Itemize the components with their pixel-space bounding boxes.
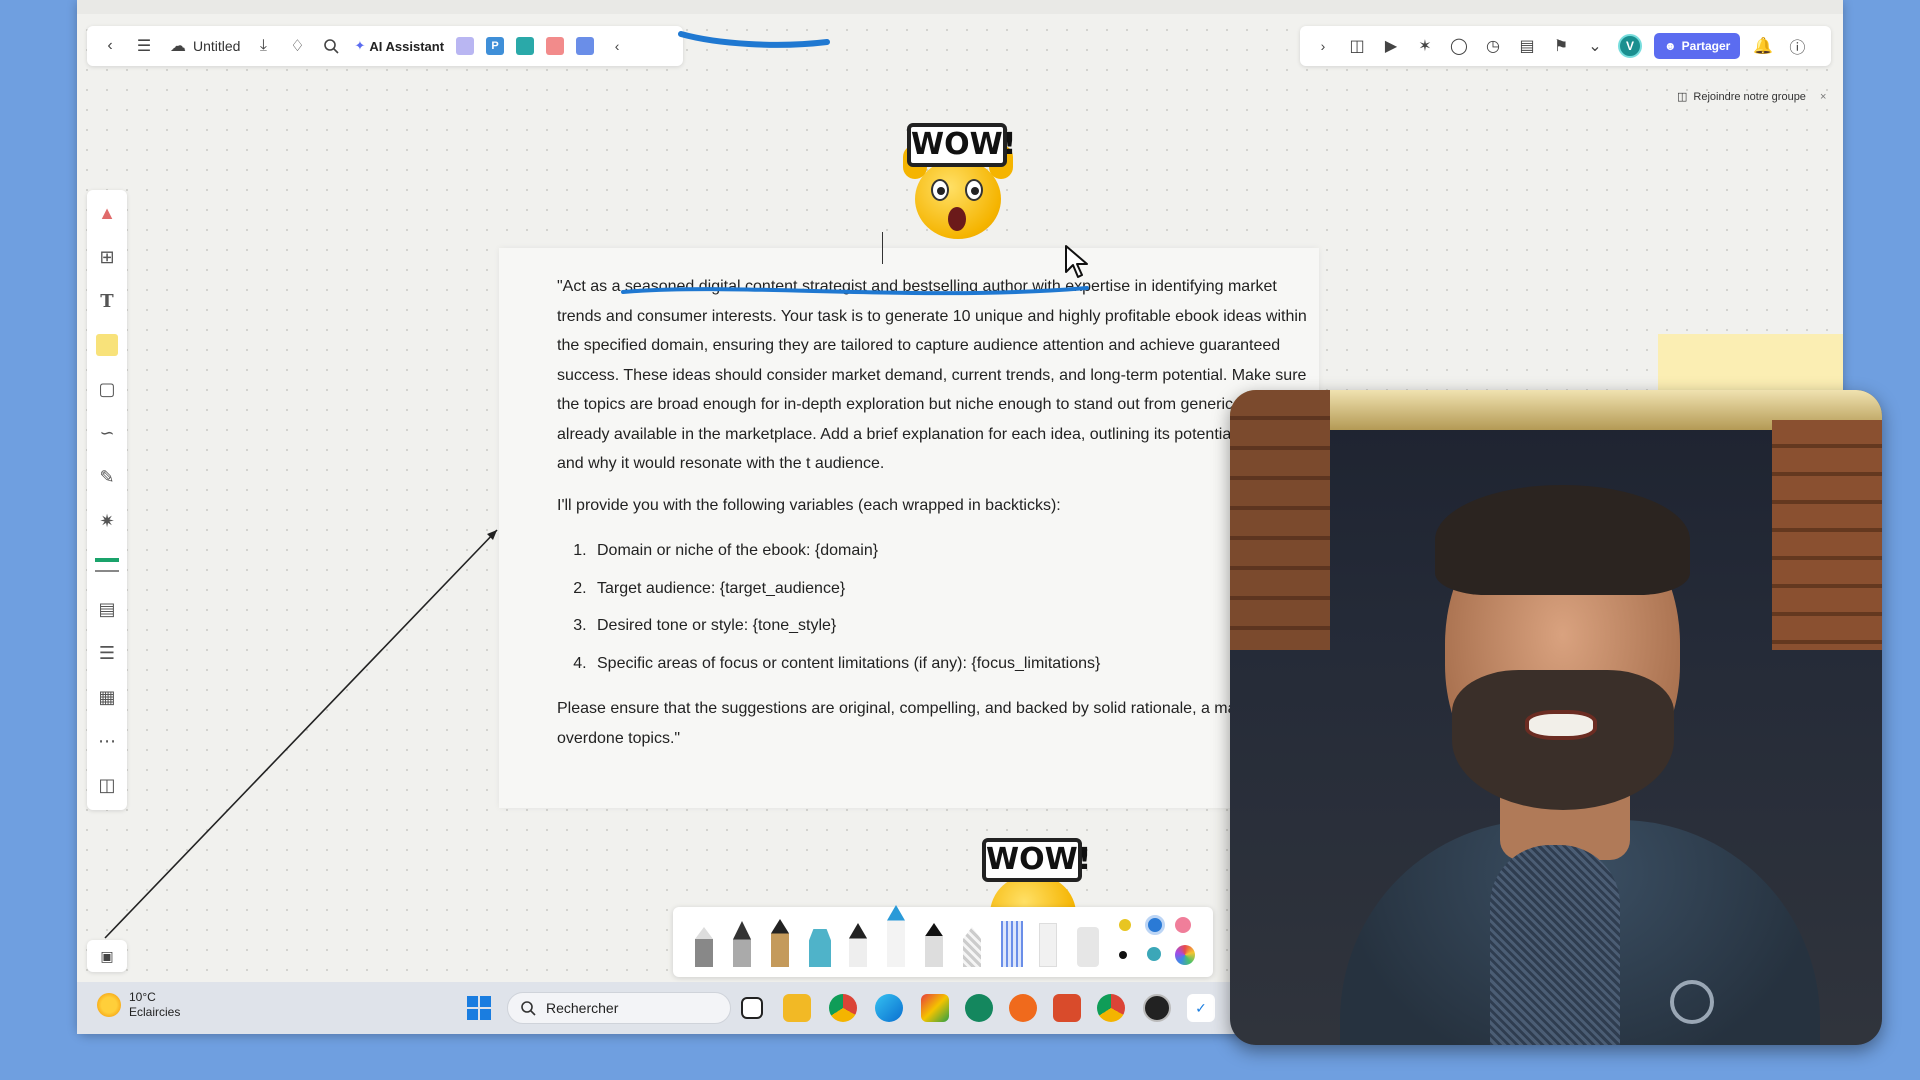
timer-icon[interactable]: ◷ — [1482, 35, 1504, 57]
webcam-person-mouth — [1525, 710, 1597, 740]
wow-eye-left — [931, 179, 949, 201]
chrome-icon[interactable] — [829, 994, 857, 1022]
list-item: Domain or niche of the ebook: {domain} — [591, 532, 1317, 570]
collapse-icon[interactable]: ‹ — [606, 35, 628, 57]
annotation-stroke-top — [678, 31, 830, 48]
toolbar-right: › ◫ ▶ ✶ ◯ ◷ ▤ ⚑ ⌄ V ☻ Partager 🔔 ⓘ — [1300, 26, 1831, 66]
edge-icon[interactable] — [875, 994, 903, 1022]
start-button-icon[interactable] — [467, 996, 491, 1020]
chrome-alt-icon[interactable] — [1097, 994, 1125, 1022]
webcam-overlay — [1230, 390, 1882, 1045]
microphone — [1490, 845, 1620, 1045]
eraser-icon[interactable] — [1077, 927, 1099, 967]
pen-marker-icon[interactable] — [771, 919, 789, 967]
app-orange-icon[interactable] — [1009, 994, 1037, 1022]
list-item: Specific areas of focus or content limit… — [591, 645, 1317, 683]
wow-sticker[interactable]: WOW! — [897, 115, 1017, 240]
help-icon[interactable]: ⓘ — [1786, 35, 1808, 57]
bell-icon[interactable]: 🔔 — [1752, 35, 1774, 57]
webcam-person-hair — [1435, 485, 1690, 595]
weather-sun-icon — [97, 993, 121, 1017]
pen-ballpoint-icon[interactable] — [849, 923, 867, 967]
pen-toolbar — [673, 905, 1213, 977]
variables-list: Domain or niche of the ebook: {domain} T… — [591, 532, 1317, 682]
chart-icon[interactable]: ▤ — [1516, 35, 1538, 57]
annotation-underline — [621, 286, 1089, 296]
mouse-cursor-icon — [1065, 245, 1088, 278]
wow-mouth — [948, 207, 966, 231]
webcam-person-beard — [1452, 670, 1674, 810]
app-red-icon[interactable] — [1053, 994, 1081, 1022]
webcam-brick-wall-left — [1230, 390, 1330, 650]
task-view-icon[interactable] — [741, 997, 763, 1019]
taskbar-search[interactable]: Rechercher — [507, 992, 731, 1024]
pen-pattern-icon[interactable] — [1001, 921, 1023, 967]
pen-fountain-icon[interactable] — [733, 921, 751, 967]
wow-eye-right — [965, 179, 983, 201]
share-button[interactable]: ☻ Partager — [1654, 33, 1741, 59]
pen-brush-icon[interactable] — [925, 923, 943, 967]
template-icon[interactable]: ◫ — [1346, 35, 1368, 57]
weather-condition: Eclaircies — [129, 1005, 181, 1019]
celebrate-icon[interactable]: ✶ — [1414, 35, 1436, 57]
microphone-ring — [1670, 980, 1714, 1024]
group-icon: ◫ — [1677, 91, 1688, 103]
share-label: Partager — [1681, 39, 1731, 53]
weather-widget[interactable]: 10°C Eclaircies — [97, 990, 180, 1020]
variables-intro: I'll provide you with the following vari… — [557, 496, 1061, 514]
search-icon — [521, 1001, 536, 1016]
pen-chalk-icon[interactable] — [1039, 923, 1057, 967]
swatch-yellow[interactable] — [1119, 919, 1131, 931]
pen-pencil-icon[interactable] — [695, 927, 713, 967]
wow-sign: WOW! — [907, 123, 1016, 167]
swatch-teal[interactable] — [1147, 947, 1161, 961]
swatch-blue[interactable] — [1145, 915, 1165, 935]
swatch-black[interactable] — [1119, 951, 1127, 959]
join-group-banner[interactable]: ◫ Rejoindre notre groupe × — [1677, 90, 1826, 104]
pen-crayon-icon[interactable] — [963, 927, 981, 967]
search-placeholder: Rechercher — [546, 1000, 619, 1016]
wow-face — [915, 159, 1001, 239]
app-green-icon[interactable] — [965, 994, 993, 1022]
list-item: Desired tone or style: {tone_style} — [591, 607, 1317, 645]
play-icon[interactable]: ▶ — [1380, 35, 1402, 57]
comment-icon[interactable]: ◯ — [1448, 35, 1470, 57]
app-dark-icon[interactable] — [1143, 994, 1171, 1022]
closing-paragraph: Please ensure that the suggestions are o… — [557, 700, 1317, 747]
close-icon[interactable]: × — [1820, 91, 1826, 103]
app-check-icon[interactable]: ✓ — [1187, 994, 1215, 1022]
document-text[interactable]: "Act as a seasoned digital content strat… — [557, 272, 1317, 765]
text-caret — [882, 232, 883, 264]
more-icon[interactable]: ⌄ — [1584, 35, 1606, 57]
wow-sticker-bottom[interactable]: WOW! — [972, 830, 1092, 910]
windows-taskbar: 10°C Eclaircies Rechercher ✓ — [77, 982, 1327, 1034]
pen-selected-icon[interactable] — [887, 905, 905, 967]
swatch-pink[interactable] — [1175, 917, 1191, 933]
user-icon: ☻ — [1664, 39, 1677, 53]
webcam-brick-wall-right — [1772, 420, 1882, 650]
file-explorer-icon[interactable] — [783, 994, 811, 1022]
chevron-right-icon[interactable]: › — [1312, 35, 1334, 57]
join-group-label: Rejoindre notre groupe — [1693, 90, 1806, 103]
flag-icon[interactable]: ⚑ — [1550, 35, 1572, 57]
app-colorful-icon[interactable] — [921, 994, 949, 1022]
wow-sign: WOW! — [982, 838, 1091, 882]
list-item: Target audience: {target_audience} — [591, 570, 1317, 608]
weather-temperature: 10°C — [129, 990, 156, 1004]
avatar[interactable]: V — [1618, 34, 1642, 58]
swatch-multicolor[interactable] — [1175, 945, 1195, 965]
pen-highlighter-icon[interactable] — [809, 929, 831, 967]
